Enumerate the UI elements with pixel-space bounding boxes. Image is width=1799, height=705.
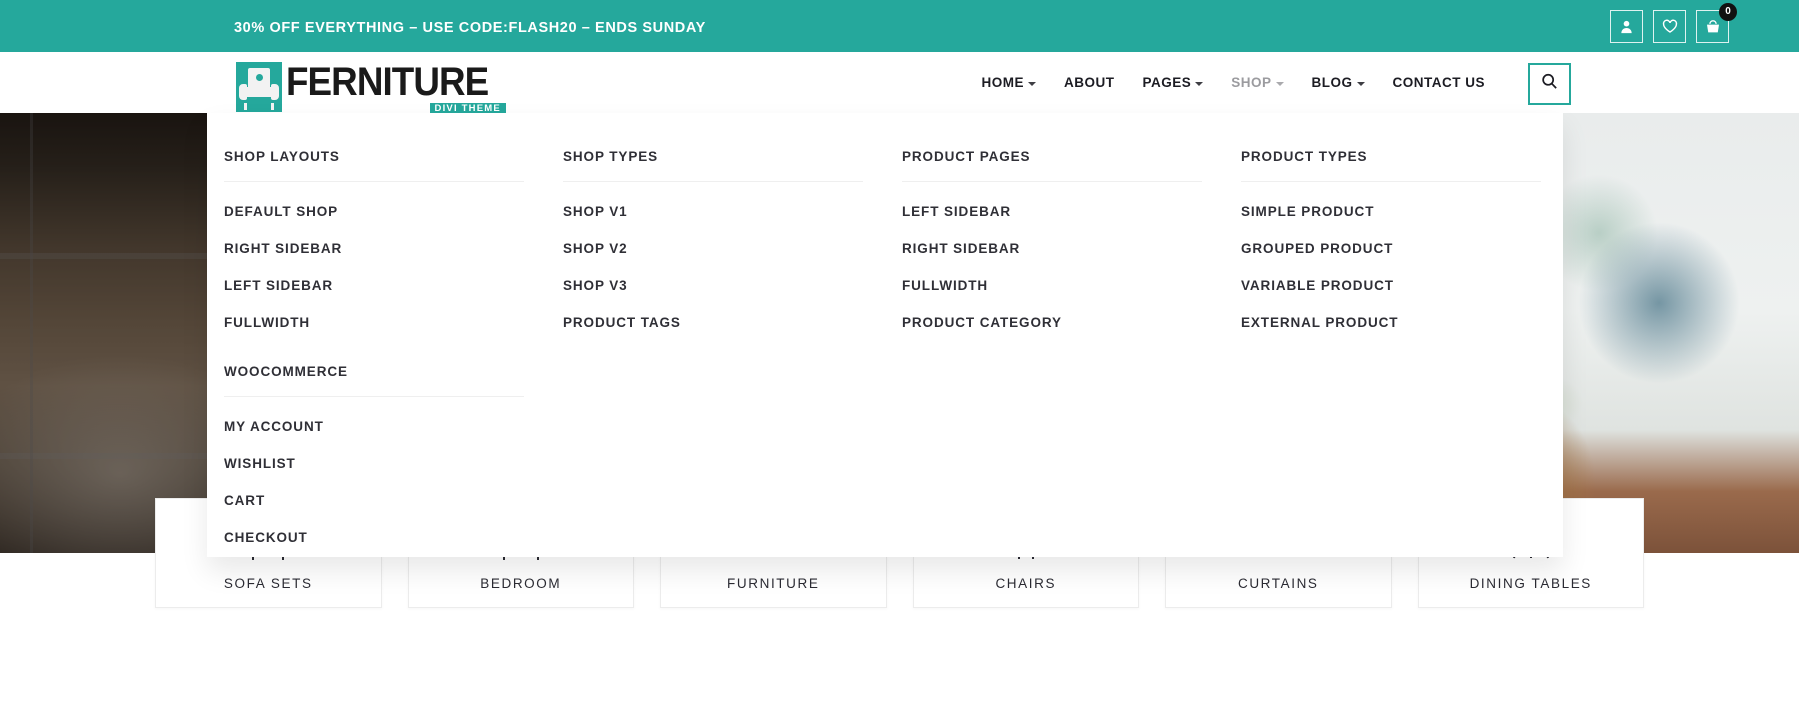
cart-button[interactable]: 0 xyxy=(1696,3,1737,43)
promo-bar: 30% OFF EVERYTHING – USE CODE:FLASH20 – … xyxy=(0,0,1799,52)
category-label: SOFA SETS xyxy=(223,576,313,591)
mega-menu-link[interactable]: SIMPLE PRODUCT xyxy=(1241,182,1541,219)
page-root: SOFA SETS BEDROOM FURNITURE CHAIRS CURTA… xyxy=(0,0,1799,705)
mega-menu-link[interactable]: RIGHT SIDEBAR xyxy=(224,219,524,256)
mega-menu-group: SHOP TYPES SHOP V1 SHOP V2 SHOP V3 PRODU… xyxy=(563,141,863,330)
nav-item-contact-us[interactable]: CONTACT US xyxy=(1379,75,1500,90)
nav-item-shop[interactable]: SHOP xyxy=(1217,75,1297,90)
nav-label: CONTACT US xyxy=(1392,75,1485,90)
mega-menu-column: PRODUCT TYPES SIMPLE PRODUCT GROUPED PRO… xyxy=(1224,141,1563,545)
mega-menu-column: SHOP TYPES SHOP V1 SHOP V2 SHOP V3 PRODU… xyxy=(546,141,885,545)
mega-menu-link[interactable]: MY ACCOUNT xyxy=(224,397,524,434)
site-logo[interactable]: FERNITURE DIVI THEME xyxy=(236,56,506,115)
category-label: DINING TABLES xyxy=(1469,576,1592,591)
shop-mega-menu: SHOP LAYOUTS DEFAULT SHOP RIGHT SIDEBAR … xyxy=(207,113,1563,557)
mega-menu-heading: SHOP LAYOUTS xyxy=(224,141,524,182)
category-label: FURNITURE xyxy=(727,576,820,591)
chevron-down-icon xyxy=(1195,81,1204,86)
mega-menu-link[interactable]: GROUPED PRODUCT xyxy=(1241,219,1541,256)
cart-count-badge: 0 xyxy=(1719,3,1737,21)
mega-menu-column: SHOP LAYOUTS DEFAULT SHOP RIGHT SIDEBAR … xyxy=(207,141,546,545)
nav-item-blog[interactable]: BLOG xyxy=(1298,75,1379,90)
wishlist-button[interactable] xyxy=(1653,10,1686,43)
nav-label: ABOUT xyxy=(1063,75,1115,90)
mega-menu-link[interactable]: SHOP V2 xyxy=(563,219,863,256)
chevron-down-icon xyxy=(1027,81,1036,86)
mega-menu-link[interactable]: EXTERNAL PRODUCT xyxy=(1241,293,1541,330)
mega-menu-heading: PRODUCT TYPES xyxy=(1241,141,1541,182)
chevron-down-icon xyxy=(1356,81,1365,86)
account-button[interactable] xyxy=(1610,10,1643,43)
category-label: CHAIRS xyxy=(995,576,1057,591)
nav-label: SHOP xyxy=(1231,75,1272,90)
mega-menu-link[interactable]: FULLWIDTH xyxy=(902,256,1202,293)
mega-menu-link[interactable]: CART xyxy=(224,471,524,508)
category-label: BEDROOM xyxy=(480,576,562,591)
search-icon xyxy=(1540,72,1559,96)
promo-text: 30% OFF EVERYTHING – USE CODE:FLASH20 – … xyxy=(234,20,706,36)
mega-menu-link[interactable]: DEFAULT SHOP xyxy=(224,182,524,219)
logo-wordmark: FERNITURE xyxy=(286,60,489,104)
nav-label: BLOG xyxy=(1311,75,1353,90)
heart-icon xyxy=(1662,19,1678,34)
mega-menu-link[interactable]: FULLWIDTH xyxy=(224,293,524,330)
mega-menu-link[interactable]: PRODUCT TAGS xyxy=(563,293,863,330)
promo-icon-group: 0 xyxy=(1610,3,1737,43)
mega-menu-group: PRODUCT PAGES LEFT SIDEBAR RIGHT SIDEBAR… xyxy=(902,141,1202,330)
site-header: FERNITURE DIVI THEME HOME ABOUT PAGES SH… xyxy=(0,52,1799,115)
mega-menu-group: SHOP LAYOUTS DEFAULT SHOP RIGHT SIDEBAR … xyxy=(224,141,524,330)
mega-menu-link[interactable]: WISHLIST xyxy=(224,434,524,471)
mega-menu-link[interactable]: LEFT SIDEBAR xyxy=(902,182,1202,219)
mega-menu-heading: WOOCOMMERCE xyxy=(224,356,524,397)
mega-menu-column: PRODUCT PAGES LEFT SIDEBAR RIGHT SIDEBAR… xyxy=(885,141,1224,545)
mega-menu-link[interactable]: RIGHT SIDEBAR xyxy=(902,219,1202,256)
mega-menu-link[interactable]: CHECKOUT xyxy=(224,508,524,545)
mega-menu-link[interactable]: SHOP V1 xyxy=(563,182,863,219)
search-button[interactable] xyxy=(1528,63,1571,105)
mega-menu-group: WOOCOMMERCE MY ACCOUNT WISHLIST CART CHE… xyxy=(224,356,524,545)
mega-menu-group: PRODUCT TYPES SIMPLE PRODUCT GROUPED PRO… xyxy=(1241,141,1541,330)
mega-menu-heading: SHOP TYPES xyxy=(563,141,863,182)
basket-icon xyxy=(1705,19,1721,34)
user-icon xyxy=(1619,19,1634,34)
nav-item-home[interactable]: HOME xyxy=(967,75,1050,90)
nav-item-about[interactable]: ABOUT xyxy=(1050,75,1129,90)
mega-menu-link[interactable]: LEFT SIDEBAR xyxy=(224,256,524,293)
main-navigation: HOME ABOUT PAGES SHOP BLOG CONTACT US xyxy=(967,52,1499,113)
sofa-icon xyxy=(236,62,282,112)
mega-menu-link[interactable]: SHOP V3 xyxy=(563,256,863,293)
chevron-down-icon xyxy=(1275,81,1284,86)
nav-label: HOME xyxy=(981,75,1024,90)
mega-menu-link[interactable]: VARIABLE PRODUCT xyxy=(1241,256,1541,293)
mega-menu-heading: PRODUCT PAGES xyxy=(902,141,1202,182)
nav-item-pages[interactable]: PAGES xyxy=(1128,75,1217,90)
nav-label: PAGES xyxy=(1142,75,1192,90)
category-label: CURTAINS xyxy=(1237,576,1319,591)
mega-menu-link[interactable]: PRODUCT CATEGORY xyxy=(902,293,1202,330)
